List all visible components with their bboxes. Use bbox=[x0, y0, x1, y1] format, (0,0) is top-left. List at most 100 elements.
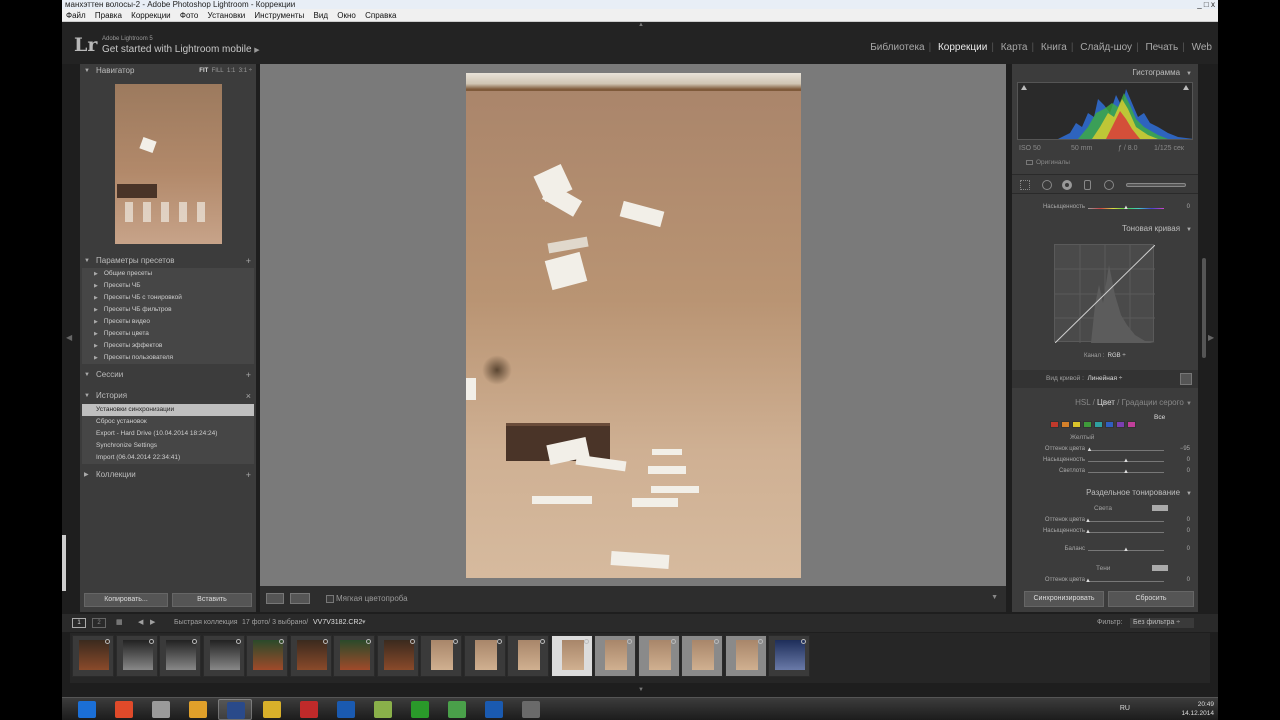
close-button[interactable]: x bbox=[1211, 0, 1215, 9]
reset-button[interactable]: Сбросить bbox=[1108, 591, 1194, 607]
input-language[interactable]: RU bbox=[1120, 705, 1130, 712]
swatch-all[interactable]: Все bbox=[1154, 414, 1165, 421]
menu-develop[interactable]: Коррекции bbox=[131, 11, 170, 20]
zoom-fit[interactable]: FIT bbox=[199, 68, 208, 74]
graduated-filter-icon[interactable] bbox=[1084, 180, 1091, 190]
highlights-color-swatch[interactable] bbox=[1152, 505, 1168, 511]
color-swatch[interactable] bbox=[1094, 421, 1103, 428]
curve-channel[interactable]: Канал : RGB ÷ bbox=[1084, 353, 1126, 359]
module-map[interactable]: Карта bbox=[997, 42, 1032, 53]
color-swatch[interactable] bbox=[1061, 421, 1070, 428]
slider-knob[interactable]: ▲ bbox=[1087, 447, 1093, 453]
adjustment-slider[interactable]: Оттенок цвета ▲ −95 bbox=[1012, 446, 1198, 456]
module-library[interactable]: Библиотека bbox=[866, 42, 928, 53]
filmstrip-thumbnail[interactable] bbox=[681, 635, 723, 677]
histogram[interactable] bbox=[1017, 82, 1193, 140]
originals-checkbox[interactable] bbox=[1026, 159, 1033, 165]
color-swatch[interactable] bbox=[1127, 421, 1136, 428]
soft-proof-checkbox[interactable] bbox=[326, 595, 334, 603]
tone-curve-graph[interactable] bbox=[1054, 244, 1156, 344]
histogram-header[interactable]: Гистограмма ▼ bbox=[1132, 68, 1192, 77]
taskbar-app-lightroom[interactable] bbox=[218, 699, 252, 720]
filmstrip-thumbnail[interactable] bbox=[637, 635, 680, 677]
back-arrow-icon[interactable]: ◀ bbox=[138, 614, 143, 632]
slider-knob[interactable]: ▲ bbox=[1123, 205, 1129, 211]
menu-tools[interactable]: Инструменты bbox=[254, 11, 304, 20]
filmstrip-thumbnail[interactable] bbox=[72, 635, 114, 677]
filmstrip-thumbnail[interactable] bbox=[333, 635, 375, 677]
taskbar-app-explorer[interactable] bbox=[144, 699, 178, 720]
radial-filter-icon[interactable] bbox=[1104, 180, 1114, 190]
spot-removal-icon[interactable] bbox=[1042, 180, 1052, 190]
adjustment-slider[interactable]: Насыщенность ▲ 0 bbox=[1012, 457, 1198, 467]
right-panel-scrollbar[interactable] bbox=[1202, 258, 1206, 358]
history-step[interactable]: Сброс установок bbox=[82, 416, 254, 428]
crop-tool-icon[interactable] bbox=[1020, 180, 1030, 190]
toolbar-menu-icon[interactable]: ▼ bbox=[991, 594, 998, 601]
adjustment-brush-slider[interactable] bbox=[1126, 183, 1186, 187]
color-swatch[interactable] bbox=[1116, 421, 1125, 428]
filmstrip-thumbnail[interactable] bbox=[463, 635, 506, 677]
add-session-icon[interactable]: + bbox=[246, 368, 251, 382]
history-step[interactable]: Import (06.04.2014 22:34:41) bbox=[82, 452, 254, 464]
before-after-button[interactable] bbox=[290, 593, 310, 604]
slider-knob[interactable]: ▲ bbox=[1085, 529, 1091, 535]
sync-button[interactable]: Синхронизировать bbox=[1024, 591, 1104, 607]
secondary-window-button[interactable]: 2 bbox=[92, 618, 106, 628]
history-step[interactable]: Установки синхронизации bbox=[82, 404, 254, 416]
preset-folder[interactable]: ▶ Пресеты видео bbox=[82, 316, 254, 328]
originals-toggle[interactable]: Оригиналы bbox=[1026, 159, 1070, 166]
adjustment-slider[interactable]: Оттенок цвета ▲ 0 bbox=[1012, 577, 1198, 587]
filter-dropdown[interactable]: Без фильтра ÷ bbox=[1130, 618, 1194, 628]
adjustment-slider[interactable]: Насыщенность ▲ 0 bbox=[1012, 528, 1198, 538]
taskbar-app-notes[interactable] bbox=[366, 699, 400, 720]
minimize-button[interactable]: _ bbox=[1197, 0, 1201, 9]
taskbar-app-app[interactable] bbox=[440, 699, 474, 720]
module-print[interactable]: Печать bbox=[1141, 42, 1182, 53]
taskbar-app-apps[interactable] bbox=[107, 699, 141, 720]
main-image-area[interactable] bbox=[260, 64, 1006, 586]
taskbar-app-windows-start[interactable] bbox=[70, 699, 104, 720]
bottom-panel-toggle-icon[interactable]: ▼ bbox=[638, 687, 644, 693]
slider-knob[interactable]: ▲ bbox=[1123, 458, 1129, 464]
saturation-slider[interactable]: Насыщенность ▲ 0 bbox=[1012, 204, 1198, 214]
taskbar-app-photoshop[interactable] bbox=[477, 699, 511, 720]
copy-settings-button[interactable]: Копировать... bbox=[84, 593, 168, 607]
menu-edit[interactable]: Правка bbox=[95, 11, 122, 20]
system-clock[interactable]: 20:49 14.12.2014 bbox=[1181, 700, 1214, 718]
navigator-header[interactable]: ▼ Навигатор FIT FILL 1:1 3:1 ÷ bbox=[80, 64, 256, 78]
module-web[interactable]: Web bbox=[1188, 42, 1216, 53]
grid-view-icon[interactable]: ▦ bbox=[116, 614, 123, 632]
right-panel-toggle-icon[interactable]: ▶ bbox=[1208, 333, 1214, 342]
history-step[interactable]: Export - Hard Drive (10.04.2014 18:24:24… bbox=[82, 428, 254, 440]
history-header[interactable]: ▼ История × bbox=[80, 389, 256, 403]
slider-knob[interactable]: ▲ bbox=[1085, 578, 1091, 584]
color-swatch[interactable] bbox=[1050, 421, 1059, 428]
filmstrip-thumbnail[interactable] bbox=[420, 635, 462, 677]
top-panel-toggle-icon[interactable]: ▲ bbox=[638, 22, 644, 28]
primary-window-button[interactable]: 1 bbox=[72, 618, 86, 628]
preset-folder[interactable]: ▶ Пресеты эффектов bbox=[82, 340, 254, 352]
balance-slider[interactable]: Баланс ▲ 0 bbox=[1012, 546, 1198, 556]
history-step[interactable]: Synchronize Settings bbox=[82, 440, 254, 452]
filmstrip-thumbnail[interactable] bbox=[507, 635, 549, 677]
adjustment-slider[interactable]: Светлота ▲ 0 bbox=[1012, 468, 1198, 478]
preset-folder[interactable]: ▶ Пресеты ЧБ с тонировкой bbox=[82, 292, 254, 304]
red-eye-icon[interactable] bbox=[1062, 180, 1072, 190]
filmstrip-thumbnail[interactable] bbox=[768, 635, 810, 677]
tab-hsl[interactable]: HSL bbox=[1075, 398, 1090, 407]
menu-window[interactable]: Окно bbox=[337, 11, 356, 20]
tab-grayscale[interactable]: Градации серого bbox=[1122, 398, 1184, 407]
zoom-fill[interactable]: FILL bbox=[212, 68, 224, 74]
taskbar-app-explorer[interactable] bbox=[514, 699, 548, 720]
tab-color[interactable]: Цвет bbox=[1097, 398, 1115, 407]
source-dropdown-icon[interactable]: ▾ bbox=[362, 614, 366, 632]
clear-history-icon[interactable]: × bbox=[246, 389, 251, 403]
color-swatch[interactable] bbox=[1105, 421, 1114, 428]
menu-photo[interactable]: Фото bbox=[180, 11, 198, 20]
module-book[interactable]: Книга bbox=[1037, 42, 1071, 53]
menu-settings[interactable]: Установки bbox=[208, 11, 246, 20]
mobile-link[interactable]: Get started with Lightroom mobile ▶ bbox=[102, 44, 260, 55]
menu-view[interactable]: Вид bbox=[314, 11, 328, 20]
taskbar-app-chrome[interactable] bbox=[181, 699, 215, 720]
